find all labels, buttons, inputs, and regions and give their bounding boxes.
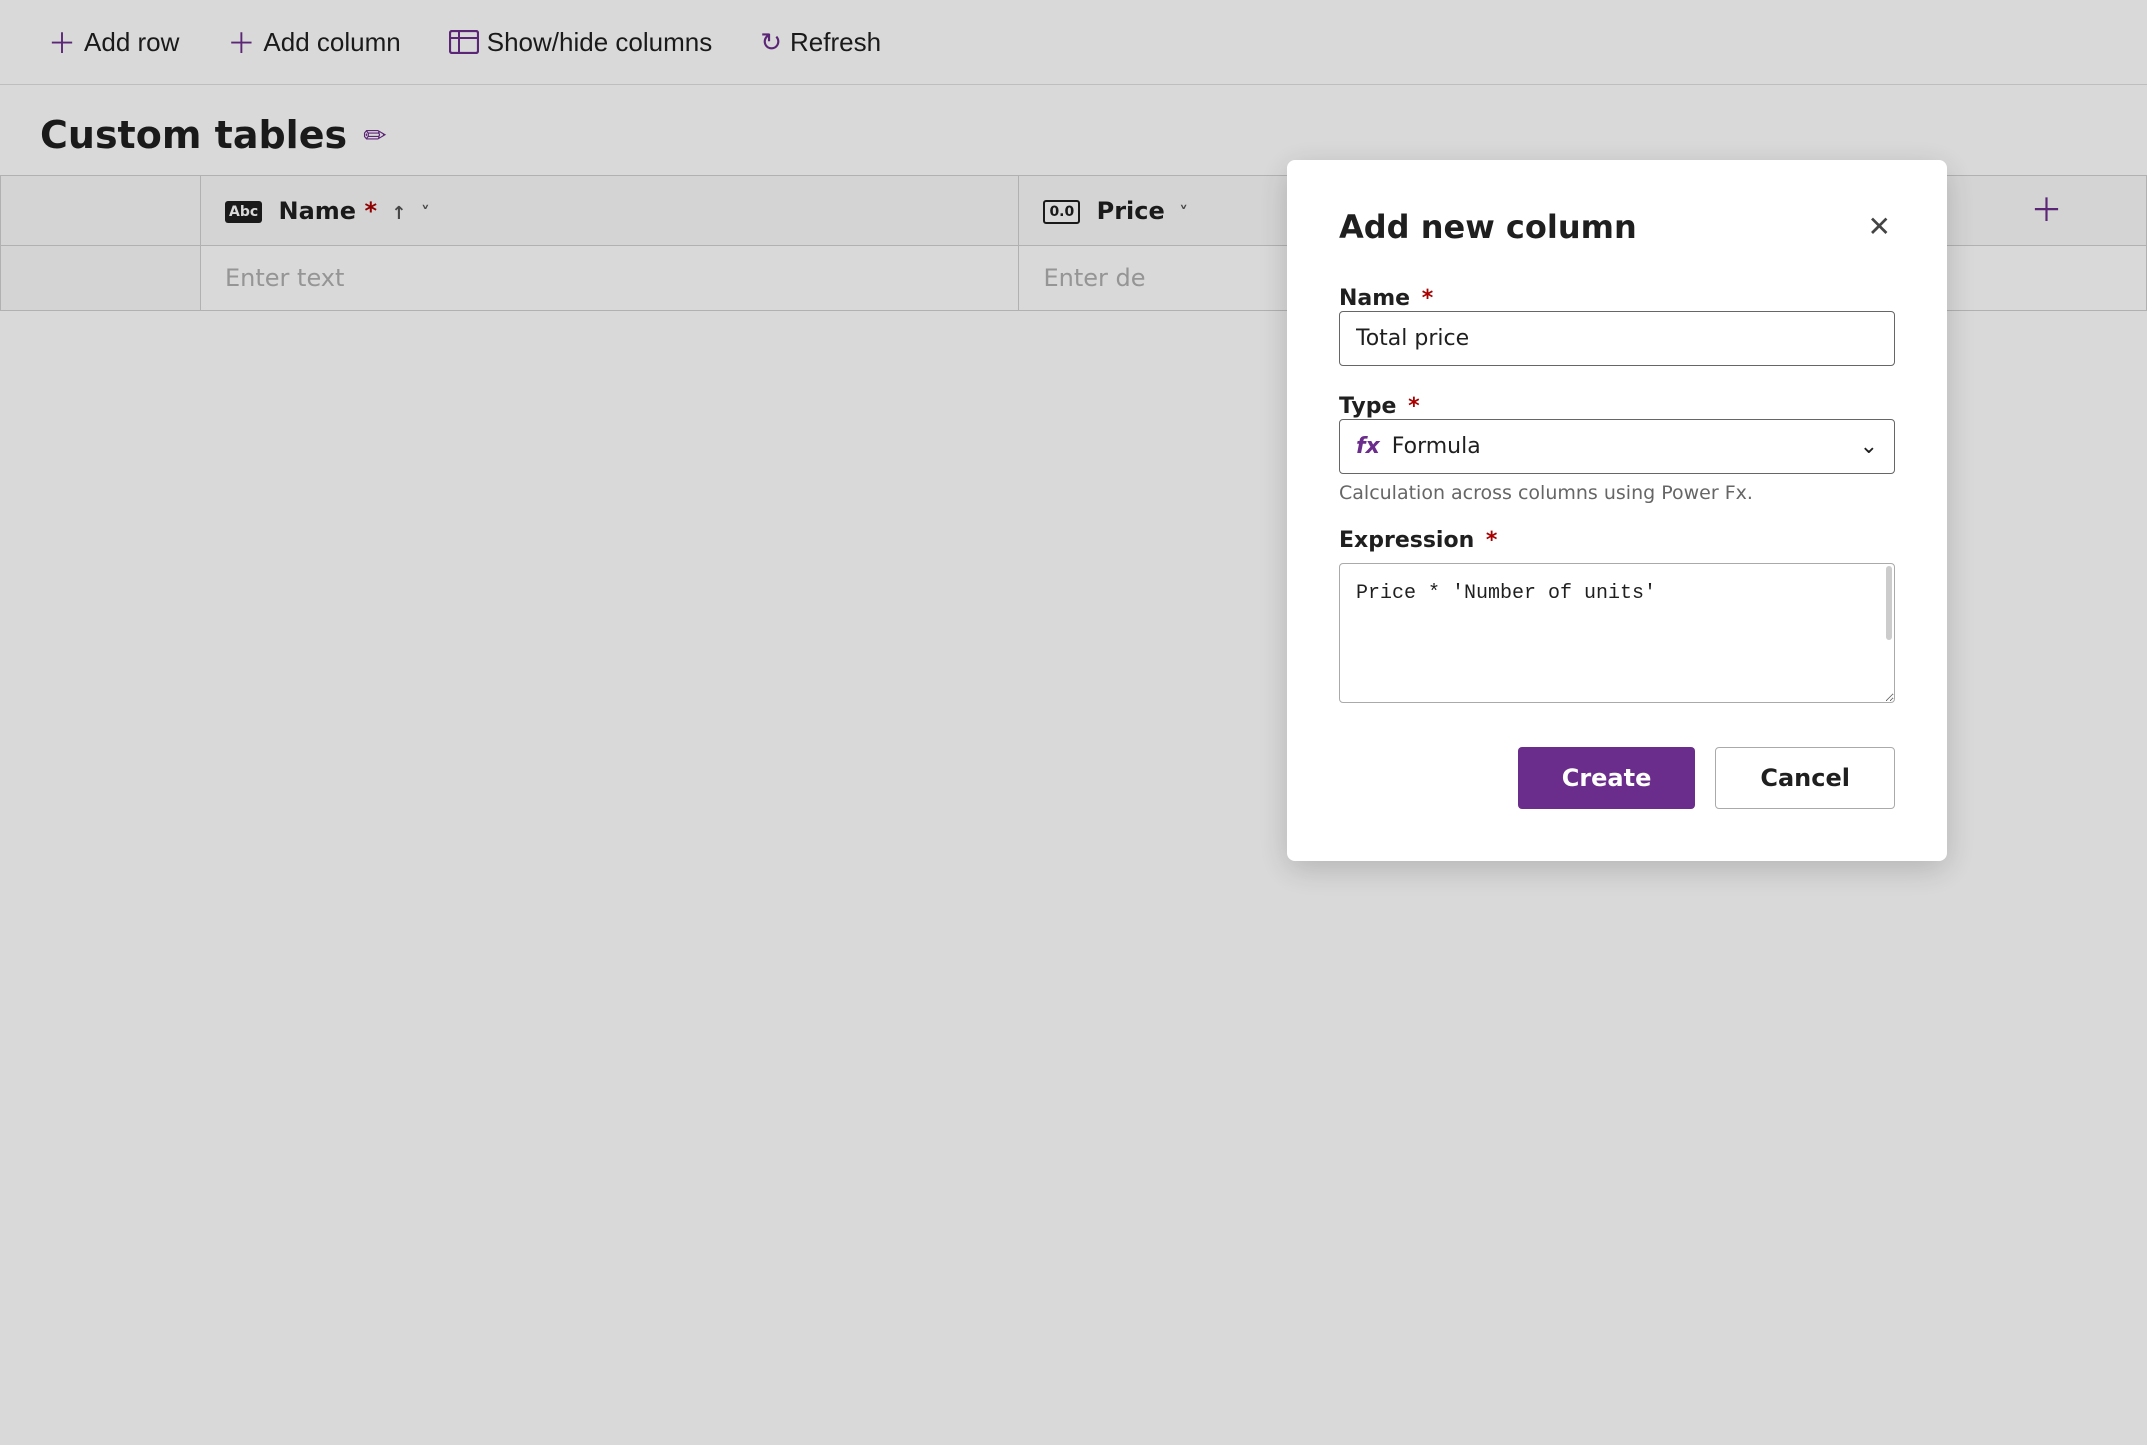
type-select-dropdown[interactable]: fx Formula ⌄ (1339, 419, 1895, 474)
cancel-button[interactable]: Cancel (1715, 747, 1895, 809)
name-field-label: Name * (1339, 286, 1433, 311)
modal-title: Add new column (1339, 208, 1637, 246)
name-field-input[interactable] (1339, 311, 1895, 366)
type-field-label: Type * (1339, 394, 1420, 419)
formula-hint: Calculation across columns using Power F… (1339, 482, 1895, 504)
expression-scrollbar (1886, 566, 1892, 640)
type-value-label: Formula (1392, 434, 1481, 459)
type-chevron-icon: ⌄ (1860, 434, 1878, 459)
expression-textarea[interactable]: Price * 'Number of units' (1339, 563, 1895, 703)
expression-label: Expression * (1339, 528, 1895, 553)
create-button[interactable]: Create (1518, 747, 1696, 809)
modal-overlay: Add new column ✕ Name * Type * fx Formul… (0, 0, 2147, 1445)
modal-close-button[interactable]: ✕ (1864, 209, 1895, 245)
type-select-value: fx Formula (1356, 434, 1481, 459)
expr-required: * (1478, 528, 1497, 553)
add-column-modal: Add new column ✕ Name * Type * fx Formul… (1287, 160, 1947, 861)
expression-wrapper: Price * 'Number of units' (1339, 563, 1895, 747)
fx-icon: fx (1356, 434, 1380, 459)
modal-footer: Create Cancel (1339, 747, 1895, 809)
type-required: * (1400, 394, 1419, 419)
name-required: * (1414, 286, 1433, 311)
modal-header: Add new column ✕ (1339, 208, 1895, 246)
